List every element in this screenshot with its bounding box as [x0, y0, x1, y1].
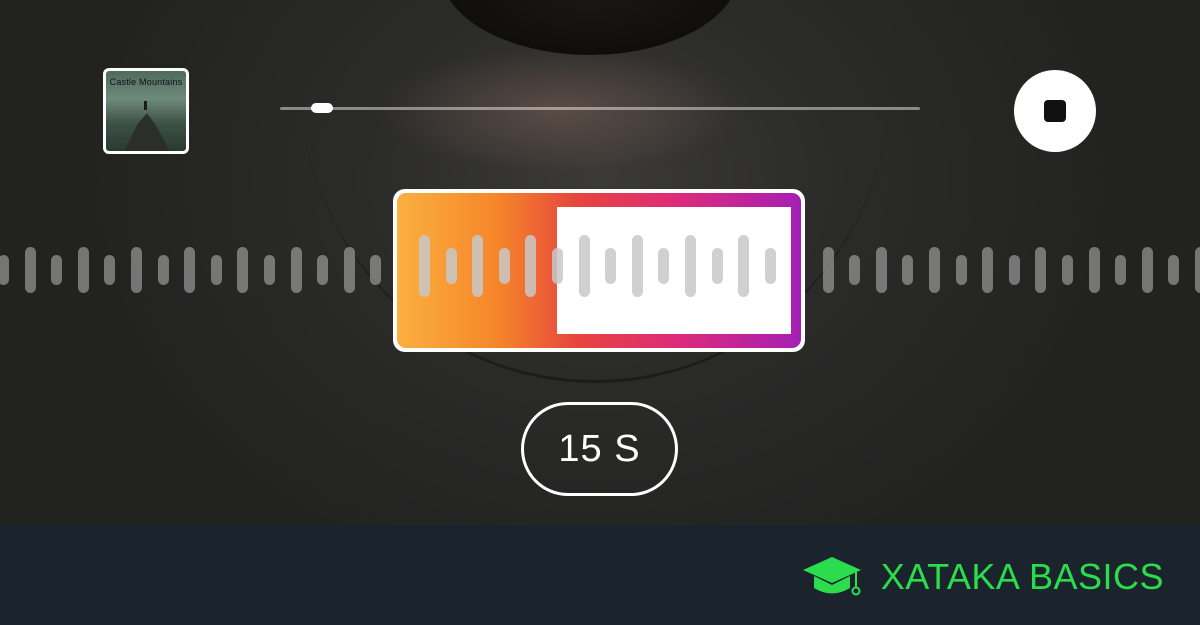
song-progress-handle[interactable]	[310, 103, 333, 113]
waveform-bar	[1168, 255, 1180, 285]
album-cover-title: Castle Mountains	[109, 77, 183, 87]
waveform-bar	[290, 247, 302, 293]
selector-waveform-bar	[685, 235, 696, 297]
brand-footer: XATAKA BASICS	[0, 525, 1200, 625]
waveform-bar	[131, 247, 142, 293]
waveform-bar	[104, 255, 116, 285]
stop-button[interactable]	[1014, 70, 1096, 152]
waveform-bar	[875, 247, 887, 293]
waveform-bar	[1062, 255, 1073, 285]
waveform-bar	[370, 255, 382, 285]
song-progress-track[interactable]	[280, 103, 920, 113]
clip-selector[interactable]	[393, 189, 805, 352]
selector-waveform-bar	[764, 248, 776, 284]
selector-waveform-bar	[605, 248, 617, 284]
brand-logo: XATAKA BASICS	[801, 555, 1164, 599]
clip-duration-button[interactable]: 15 S	[521, 402, 678, 496]
waveform-bar	[157, 255, 169, 285]
selector-waveform-bar	[738, 235, 750, 297]
selector-waveform-bar	[552, 248, 563, 284]
selector-waveform-bar	[525, 235, 537, 297]
waveform-bar	[51, 255, 63, 285]
selector-waveform-bar	[631, 235, 643, 297]
selector-waveform-bar	[711, 248, 723, 284]
waveform-bar	[264, 255, 275, 285]
waveform-bar	[210, 255, 222, 285]
waveform-bar	[1115, 255, 1127, 285]
waveform-bar	[343, 247, 355, 293]
graduation-cap-icon	[802, 557, 861, 596]
background-beard	[440, 0, 740, 55]
album-cover-figure	[144, 101, 147, 110]
selector-waveform-bar	[578, 235, 590, 297]
waveform-bar	[0, 255, 9, 285]
brand-name: XATAKA BASICS	[880, 556, 1164, 597]
waveform-bar	[902, 255, 914, 285]
selector-waveform-bar	[498, 248, 510, 284]
clip-selector-window	[557, 207, 791, 334]
waveform-bar	[1035, 247, 1047, 293]
selector-waveform-bar	[445, 248, 457, 284]
selector-waveform-bar	[419, 235, 430, 297]
selector-waveform-bar	[472, 235, 484, 297]
camera-background: Castle Mountains 15 S	[0, 0, 1200, 525]
waveform-bar	[184, 247, 196, 293]
waveform-bar	[1141, 247, 1153, 293]
waveform-bar	[24, 247, 36, 293]
album-cover-art	[124, 113, 170, 151]
waveform-bar	[849, 255, 861, 285]
waveform-bar	[982, 247, 994, 293]
waveform-bar	[1088, 247, 1100, 293]
selector-waveform-bar	[658, 248, 670, 284]
waveform-bar	[929, 247, 940, 293]
waveform-bar	[1008, 255, 1020, 285]
waveform-bar	[955, 255, 967, 285]
waveform-bar	[1195, 247, 1200, 293]
waveform-bar	[237, 247, 249, 293]
waveform-bar	[317, 255, 329, 285]
clip-duration-label: 15 S	[558, 427, 641, 470]
album-cover-thumbnail[interactable]: Castle Mountains	[103, 68, 189, 154]
waveform-bar	[822, 247, 834, 293]
waveform-bar	[77, 247, 89, 293]
stop-icon	[1044, 100, 1066, 122]
